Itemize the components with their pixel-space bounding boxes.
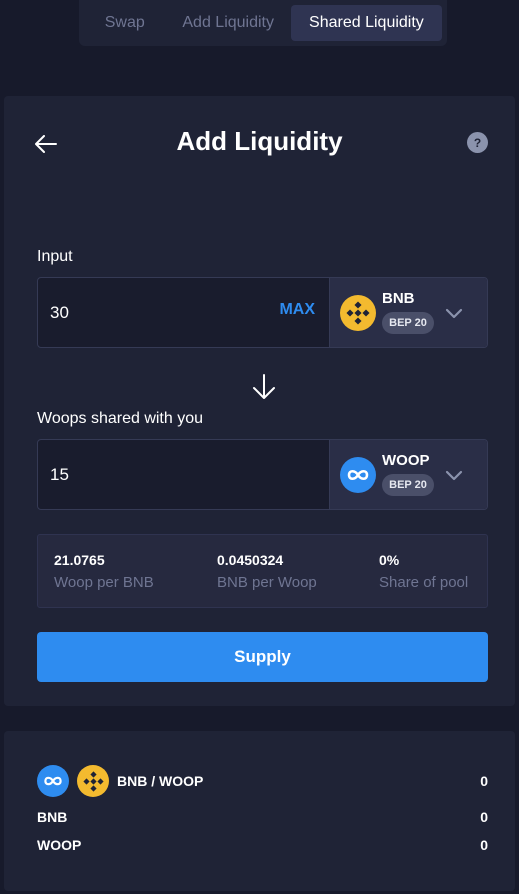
input-amount-field[interactable] — [50, 302, 250, 323]
bnb-icon — [340, 295, 376, 331]
input-field-wrapper: MAX — [38, 278, 329, 347]
position-pair-row: BNB / WOOP 0 — [37, 765, 488, 797]
position-card: BNB / WOOP 0 BNB 0 WOOP 0 — [4, 731, 515, 891]
arrow-down-icon — [253, 374, 275, 399]
shared-field-wrapper — [38, 440, 329, 509]
stat-value: 21.0765 — [54, 552, 105, 568]
pool-stats-panel: 21.0765 Woop per BNB 0.0450324 BNB per W… — [37, 534, 488, 608]
input-row: MAX BNB BEP 20 — [37, 277, 488, 348]
pair-value: 0 — [480, 773, 488, 789]
input-label: Input — [37, 248, 73, 265]
stat-label: BNB per Woop — [217, 574, 317, 591]
tab-shared-liquidity[interactable]: Shared Liquidity — [290, 5, 442, 41]
stat-bnb-per-woop: 0.0450324 BNB per Woop — [217, 552, 317, 591]
stat-label: Woop per BNB — [54, 574, 154, 591]
token-select-woop[interactable]: WOOP BEP 20 — [329, 440, 487, 509]
chevron-down-icon — [445, 470, 463, 481]
token-symbol: WOOP — [382, 452, 430, 469]
stat-share-of-pool: 0% Share of pool — [379, 552, 468, 591]
token-symbol: BNB — [382, 290, 415, 307]
stat-woop-per-bnb: 21.0765 Woop per BNB — [54, 552, 154, 591]
shared-label: Woops shared with you — [37, 410, 204, 427]
tab-swap[interactable]: Swap — [84, 5, 166, 41]
position-row-value: 0 — [480, 837, 488, 853]
stat-value: 0% — [379, 552, 400, 568]
bnb-icon — [77, 765, 109, 797]
help-icon[interactable]: ? — [467, 132, 488, 153]
chevron-down-icon — [445, 308, 463, 319]
tab-bar: Swap Add Liquidity Shared Liquidity — [79, 0, 447, 46]
shared-amount-field[interactable] — [50, 464, 250, 485]
pair-name: BNB / WOOP — [117, 773, 204, 789]
stat-value: 0.0450324 — [217, 552, 284, 568]
position-row-label: WOOP — [37, 837, 82, 853]
shared-row: WOOP BEP 20 — [37, 439, 488, 510]
token-standard-badge: BEP 20 — [382, 474, 434, 496]
woop-icon — [340, 457, 376, 493]
tab-add-liquidity[interactable]: Add Liquidity — [166, 5, 291, 41]
woop-icon — [37, 765, 69, 797]
position-row-label: BNB — [37, 809, 68, 825]
max-button[interactable]: MAX — [279, 301, 315, 319]
token-select-bnb[interactable]: BNB BEP 20 — [329, 278, 487, 347]
token-standard-badge: BEP 20 — [382, 312, 434, 334]
page-title: Add Liquidity — [176, 126, 343, 156]
supply-button[interactable]: Supply — [37, 632, 488, 682]
stat-label: Share of pool — [379, 574, 469, 591]
position-row-value: 0 — [480, 809, 488, 825]
add-liquidity-card: Add Liquidity ? Input MAX BNB — [4, 96, 515, 706]
